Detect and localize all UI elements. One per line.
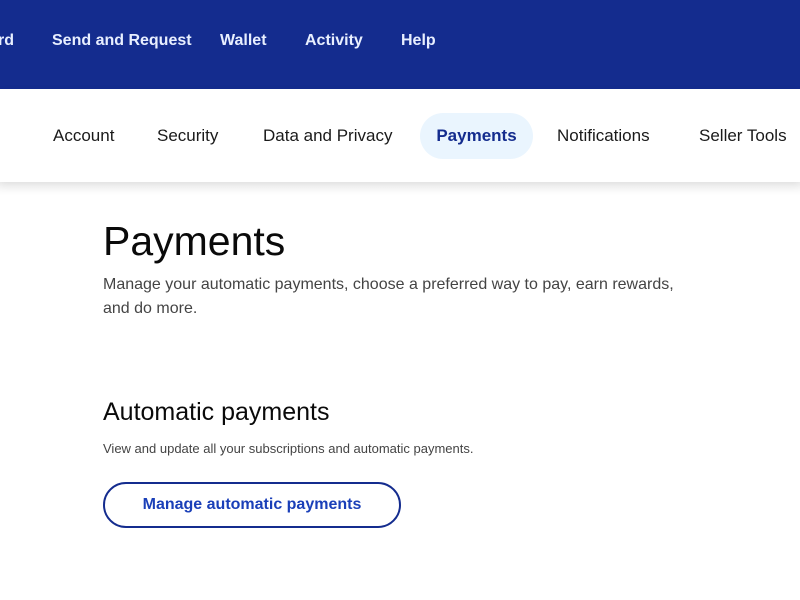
top-navigation-bar: rd Send and Request Wallet Activity Help bbox=[0, 0, 800, 89]
header-shadow bbox=[0, 182, 800, 196]
tab-payments[interactable]: Payments bbox=[420, 113, 533, 159]
nav-item-wallet[interactable]: Wallet bbox=[220, 32, 267, 50]
tab-notifications[interactable]: Notifications bbox=[541, 113, 666, 159]
automatic-payments-heading: Automatic payments bbox=[103, 398, 330, 426]
page-description: Manage your automatic payments, choose a… bbox=[103, 276, 674, 317]
tab-seller-tools[interactable]: Seller Tools bbox=[683, 113, 800, 159]
nav-item-dashboard[interactable]: rd bbox=[0, 32, 14, 50]
nav-item-activity[interactable]: Activity bbox=[305, 32, 363, 50]
tab-data-and-privacy[interactable]: Data and Privacy bbox=[247, 113, 408, 159]
tab-account[interactable]: Account bbox=[37, 113, 130, 159]
tab-security[interactable]: Security bbox=[141, 113, 234, 159]
manage-automatic-payments-button[interactable]: Manage automatic payments bbox=[103, 482, 401, 528]
settings-tabs: Account Security Data and Privacy Paymen… bbox=[0, 89, 800, 182]
nav-item-help[interactable]: Help bbox=[401, 32, 436, 50]
page-title: Payments bbox=[103, 218, 286, 264]
nav-item-send-and-request[interactable]: Send and Request bbox=[52, 32, 192, 50]
automatic-payments-description: View and update all your subscriptions a… bbox=[103, 441, 474, 456]
